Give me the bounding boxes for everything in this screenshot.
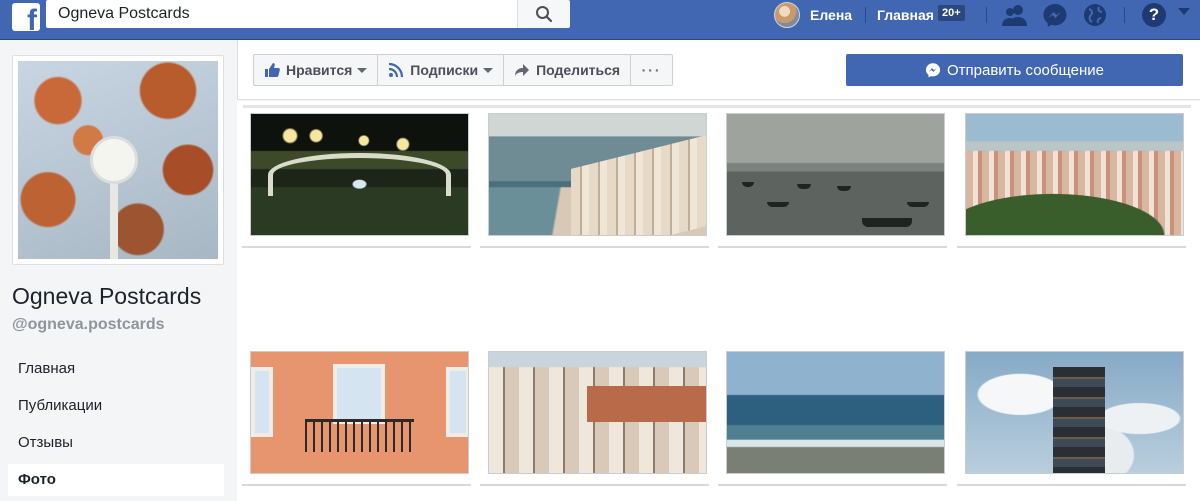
photo-tile[interactable]: [480, 108, 709, 248]
profile-link[interactable]: Елена: [774, 1, 852, 29]
divider: [986, 7, 987, 23]
profile-picture: [18, 61, 218, 259]
share-button[interactable]: Поделиться: [503, 54, 632, 86]
globe-notifications-icon[interactable]: [1082, 3, 1108, 27]
photo-tile[interactable]: [242, 346, 471, 496]
divider: [957, 246, 1186, 248]
send-message-button[interactable]: Отправить сообщение: [846, 54, 1183, 86]
photo-tile[interactable]: [957, 108, 1186, 248]
clock-face: [90, 136, 138, 184]
photo-tile[interactable]: [718, 346, 947, 496]
page-title[interactable]: Ogneva Postcards: [12, 283, 201, 310]
page-handle[interactable]: @ogneva.postcards: [12, 316, 165, 334]
main-content: Нравится Подписки Поделиться ··· Отправи…: [237, 40, 1200, 501]
divider: [242, 484, 471, 486]
more-options-button[interactable]: ···: [630, 54, 674, 86]
coastal-town: [571, 131, 706, 235]
boat: [907, 202, 929, 207]
divider: [865, 7, 866, 23]
boat: [767, 202, 789, 207]
window: [446, 367, 468, 437]
divider: [480, 484, 709, 486]
send-message-label: Отправить сообщение: [946, 61, 1104, 79]
bridge-arch: [268, 152, 451, 197]
divider: [957, 484, 1186, 486]
messenger-icon: [925, 62, 941, 78]
photo-thumbnail: [488, 113, 707, 236]
window: [251, 367, 273, 437]
sidebar-item-reviews[interactable]: Отзывы: [8, 427, 224, 459]
divider: [718, 484, 947, 486]
boat: [862, 218, 912, 227]
sidebar-item-photos[interactable]: Фото: [8, 464, 224, 496]
account-menu-chevron-down-icon[interactable]: [1178, 8, 1190, 15]
photo-tile[interactable]: [242, 108, 471, 248]
search-button[interactable]: [517, 0, 570, 28]
window: [333, 364, 385, 424]
avatar: [774, 2, 800, 28]
search-icon: [536, 6, 553, 23]
divider: [480, 246, 709, 248]
photo-thumbnail: [250, 351, 469, 474]
follow-dropdown-chevron-down-icon: [483, 67, 494, 73]
photo-thumbnail: [726, 113, 945, 236]
sidebar-item-home[interactable]: Главная: [8, 353, 224, 385]
search-input[interactable]: Ogneva Postcards: [46, 0, 520, 28]
divider: [1124, 7, 1125, 23]
divider: [242, 246, 471, 248]
thumbs-up-icon: [264, 62, 280, 78]
rss-icon: [388, 62, 404, 78]
photo-thumbnail: [250, 113, 469, 236]
share-arrow-icon: [514, 62, 530, 78]
boat: [797, 184, 811, 189]
home-notification-badge: 20+: [938, 5, 965, 21]
home-link[interactable]: Главная: [877, 7, 934, 23]
follow-button-label: Подписки: [410, 62, 479, 78]
tower-building: [1052, 366, 1105, 473]
facebook-logo-icon[interactable]: f: [12, 3, 40, 31]
terracotta-roof: [586, 385, 706, 423]
follow-button[interactable]: Подписки: [377, 54, 505, 86]
action-button-group: Нравится Подписки Поделиться ···: [253, 54, 674, 86]
clock-pole: [110, 181, 118, 259]
photo-thumbnail: [726, 351, 945, 474]
top-bar: f Ogneva Postcards Елена Главная 20+ ?: [0, 0, 1200, 40]
green-hill: [966, 186, 1183, 235]
messenger-icon[interactable]: [1042, 3, 1068, 27]
photo-tile[interactable]: [480, 346, 709, 496]
like-dropdown-chevron-down-icon: [357, 67, 368, 73]
profile-name: Елена: [810, 7, 853, 23]
divider: [718, 246, 947, 248]
left-column: Ogneva Postcards @ogneva.postcards Главн…: [0, 40, 237, 501]
boat: [742, 182, 754, 187]
friend-requests-icon[interactable]: [1002, 3, 1028, 27]
photo-thumbnail: [965, 113, 1184, 236]
help-icon[interactable]: ?: [1142, 3, 1166, 27]
sidebar-item-posts[interactable]: Публикации: [8, 390, 224, 422]
share-button-label: Поделиться: [536, 62, 621, 78]
photo-thumbnail: [488, 351, 707, 474]
boat: [837, 186, 851, 191]
page-action-bar: Нравится Подписки Поделиться ··· Отправи…: [237, 40, 1200, 100]
photo-tile[interactable]: [957, 346, 1186, 496]
photo-thumbnail: [965, 351, 1184, 474]
like-button-label: Нравится: [286, 62, 353, 78]
photo-tile[interactable]: [718, 108, 947, 248]
like-button[interactable]: Нравится: [253, 54, 379, 86]
facebook-logo-letter: f: [27, 4, 37, 32]
balcony-railing: [305, 418, 414, 453]
profile-picture-frame[interactable]: [12, 55, 224, 265]
photo-grid: [237, 101, 1200, 501]
